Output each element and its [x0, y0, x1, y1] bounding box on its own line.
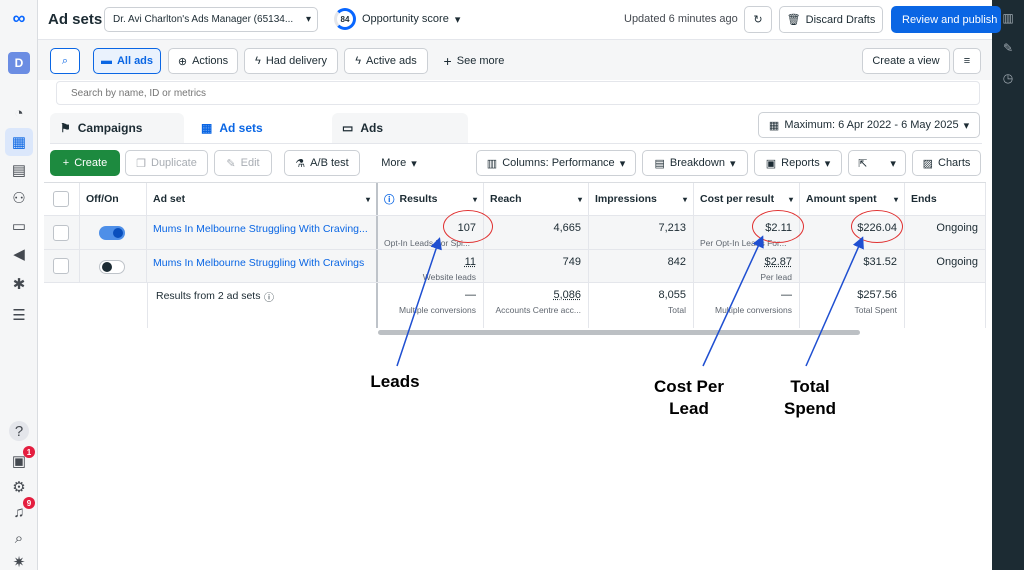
- annotation-leads-text: Leads: [370, 372, 420, 391]
- annotation-leads: Leads: [355, 371, 435, 393]
- annotation-cpl-line2: Lead: [669, 399, 709, 418]
- annotation-spend-line2: Spend: [784, 399, 836, 418]
- annotation-spend-line1: Total: [790, 377, 830, 396]
- annotation-cpl-line1: Cost Per: [654, 377, 724, 396]
- annotation-arrows: [396, 235, 864, 367]
- annotation-total-spend: Total Spend: [767, 376, 853, 420]
- annotation-cost-per-lead: Cost Per Lead: [638, 376, 740, 420]
- arrow-cost-per-lead: [702, 235, 764, 367]
- arrow-total-spend: [805, 236, 864, 367]
- arrow-leads: [396, 237, 442, 367]
